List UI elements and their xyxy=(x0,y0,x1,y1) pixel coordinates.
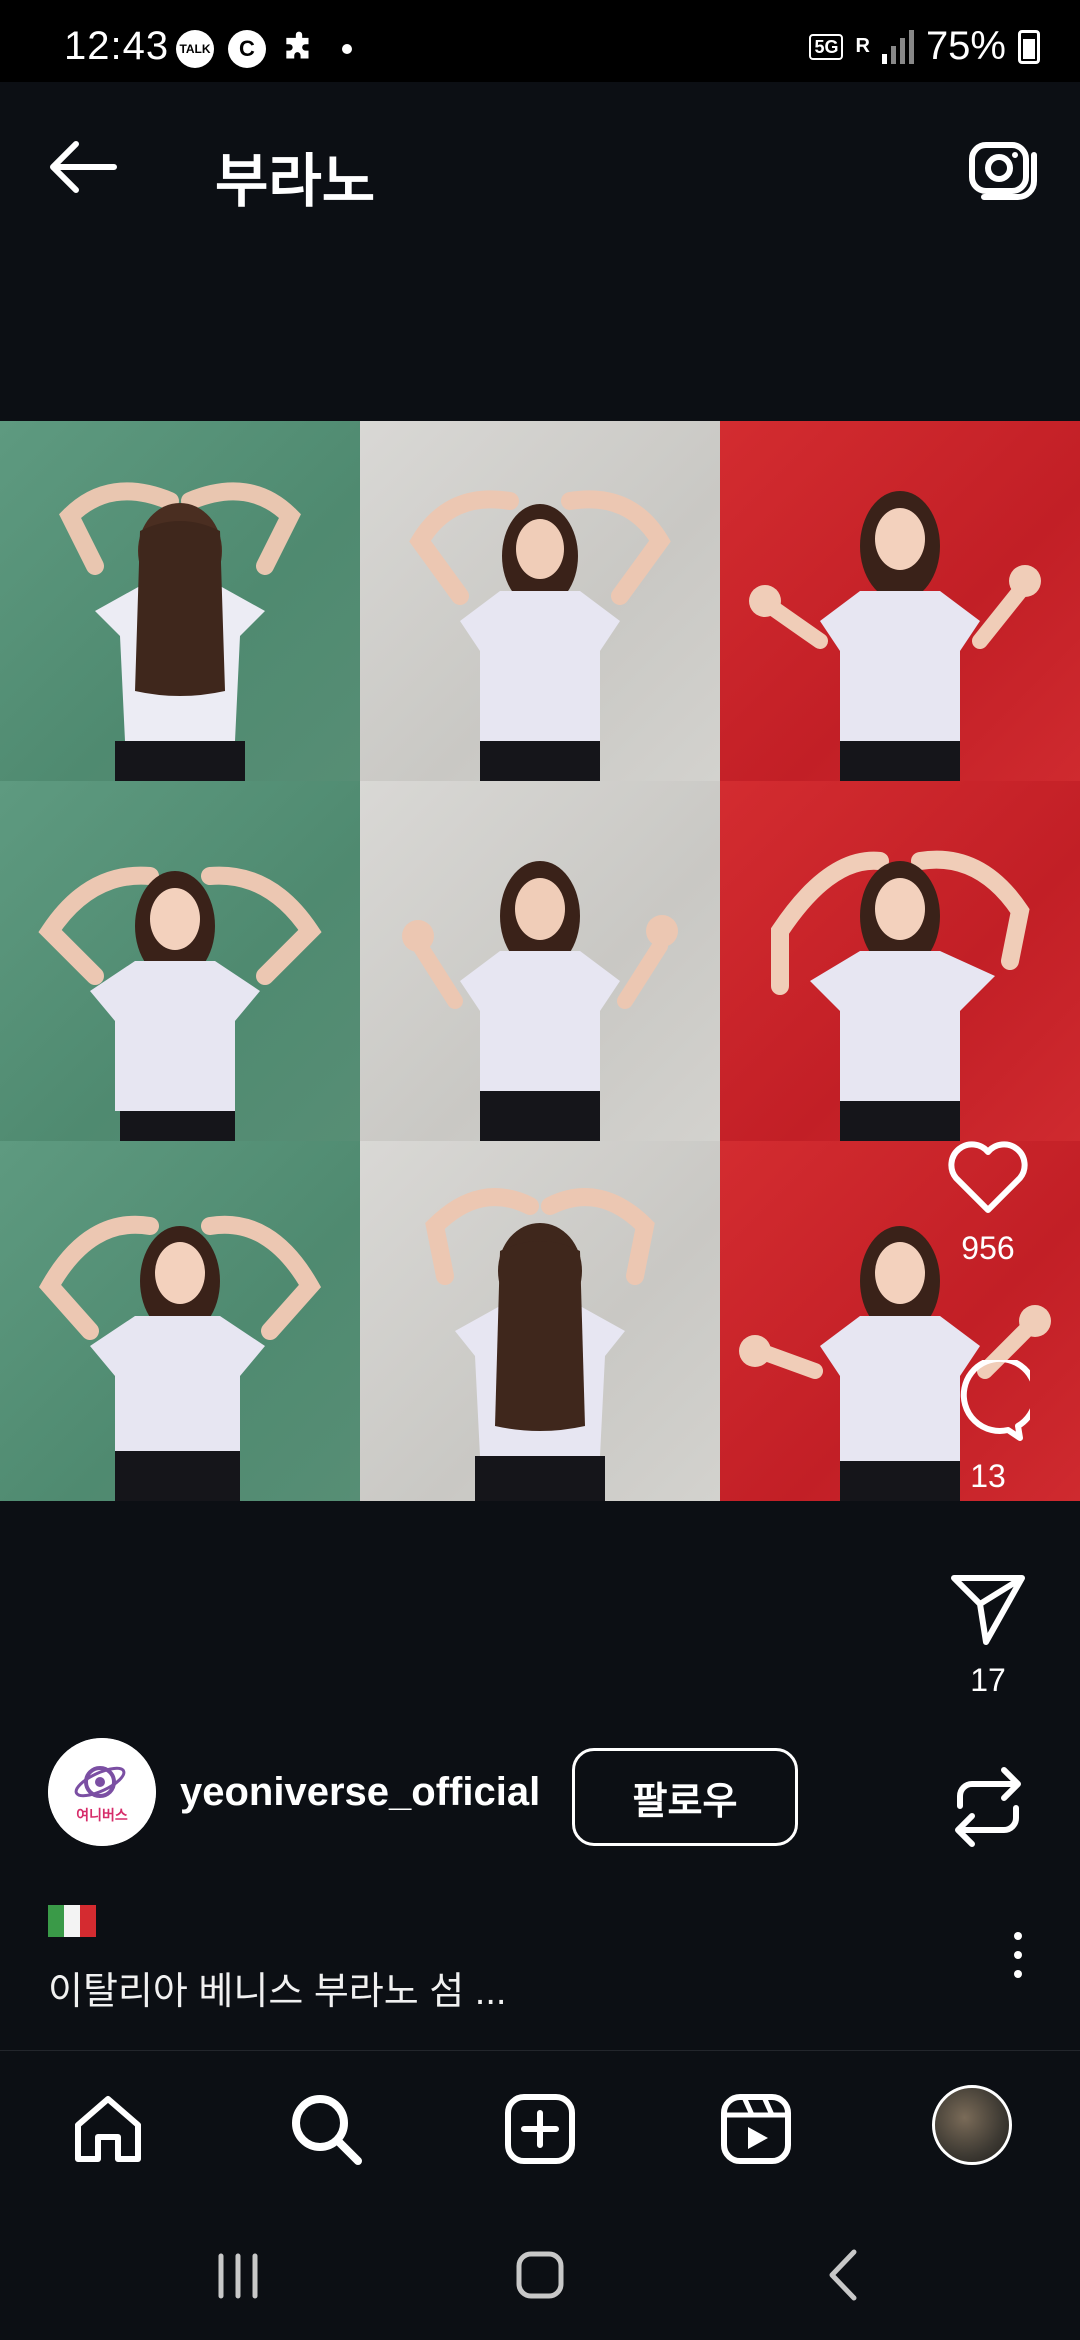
person-figure xyxy=(38,1215,322,1501)
repost-icon[interactable] xyxy=(946,1762,1030,1852)
back-arrow-icon[interactable] xyxy=(44,132,124,202)
photo-tile xyxy=(0,421,360,781)
create-post-icon[interactable] xyxy=(500,2089,580,2169)
person-figure xyxy=(38,866,322,1141)
comment-icon[interactable] xyxy=(946,1360,1030,1444)
page-title: 부라노 xyxy=(215,149,376,214)
photo-tile xyxy=(360,781,720,1141)
person-figure xyxy=(425,1188,655,1501)
roaming-indicator: R xyxy=(855,35,870,57)
post-caption[interactable]: 이탈리아 베니스 부라노 섬 ... xyxy=(48,1960,506,2015)
c-app-icon: C xyxy=(228,30,266,68)
more-options-icon[interactable] xyxy=(1008,1932,1028,1992)
author-row: 여니버스 yeoniverse_official 팔로우 xyxy=(48,1738,948,1848)
person-figure xyxy=(749,491,1041,781)
status-time: 12:43 xyxy=(64,24,170,68)
person-figure xyxy=(771,850,1030,1141)
yeoniverse-logo-icon: 여니버스 xyxy=(48,1738,156,1846)
heart-icon[interactable] xyxy=(946,1140,1030,1216)
photo-tile xyxy=(720,781,1080,1141)
svg-text:여니버스: 여니버스 xyxy=(76,1807,128,1824)
person-figure xyxy=(59,482,301,781)
send-icon[interactable] xyxy=(946,1568,1030,1648)
photo-tile xyxy=(360,1141,720,1501)
profile-avatar[interactable] xyxy=(932,2085,1012,2165)
bottom-nav xyxy=(0,2050,1080,2200)
camera-icon[interactable] xyxy=(962,127,1042,207)
person-figure xyxy=(409,490,671,781)
photo-tile xyxy=(0,1141,360,1501)
status-system-icons: 5G R 75% xyxy=(809,24,1040,69)
like-count: 956 xyxy=(961,1230,1015,1266)
photo-tile xyxy=(360,421,720,781)
comment-count: 13 xyxy=(970,1458,1006,1494)
share-action[interactable]: 17 xyxy=(918,1568,1058,1699)
person-figure xyxy=(402,861,678,1141)
share-count: 17 xyxy=(970,1662,1006,1698)
app-header: 부라노 xyxy=(0,82,1080,257)
home-icon[interactable] xyxy=(68,2089,148,2169)
puzzle-icon xyxy=(286,31,309,59)
system-nav-bar xyxy=(0,2200,1080,2340)
status-notification-icons: TALK C xyxy=(176,30,352,68)
battery-percent: 75% xyxy=(925,24,1006,68)
signal-icon xyxy=(881,29,914,64)
reels-icon[interactable] xyxy=(716,2089,796,2169)
network-5g-icon: 5G xyxy=(809,33,844,60)
home-button-icon[interactable] xyxy=(505,2240,575,2310)
post-image[interactable] xyxy=(0,421,1080,1501)
back-button-icon[interactable] xyxy=(810,2240,880,2310)
author-avatar[interactable]: 여니버스 xyxy=(48,1738,156,1846)
kakaotalk-icon: TALK xyxy=(176,30,214,68)
italy-flag-icon xyxy=(48,1905,96,1937)
battery-icon xyxy=(1018,29,1040,64)
follow-button[interactable]: 팔로우 xyxy=(572,1748,798,1846)
like-action[interactable]: 956 xyxy=(918,1140,1058,1267)
photo-tile xyxy=(720,421,1080,781)
more-notifications-dot xyxy=(342,44,352,54)
status-bar: 12:43 TALK C 5G R 75% xyxy=(0,0,1080,82)
photo-tile xyxy=(0,781,360,1141)
author-username[interactable]: yeoniverse_official xyxy=(180,1770,540,1815)
recent-apps-icon[interactable] xyxy=(203,2240,273,2310)
search-icon[interactable] xyxy=(286,2089,366,2169)
comment-action[interactable]: 13 xyxy=(918,1360,1058,1495)
